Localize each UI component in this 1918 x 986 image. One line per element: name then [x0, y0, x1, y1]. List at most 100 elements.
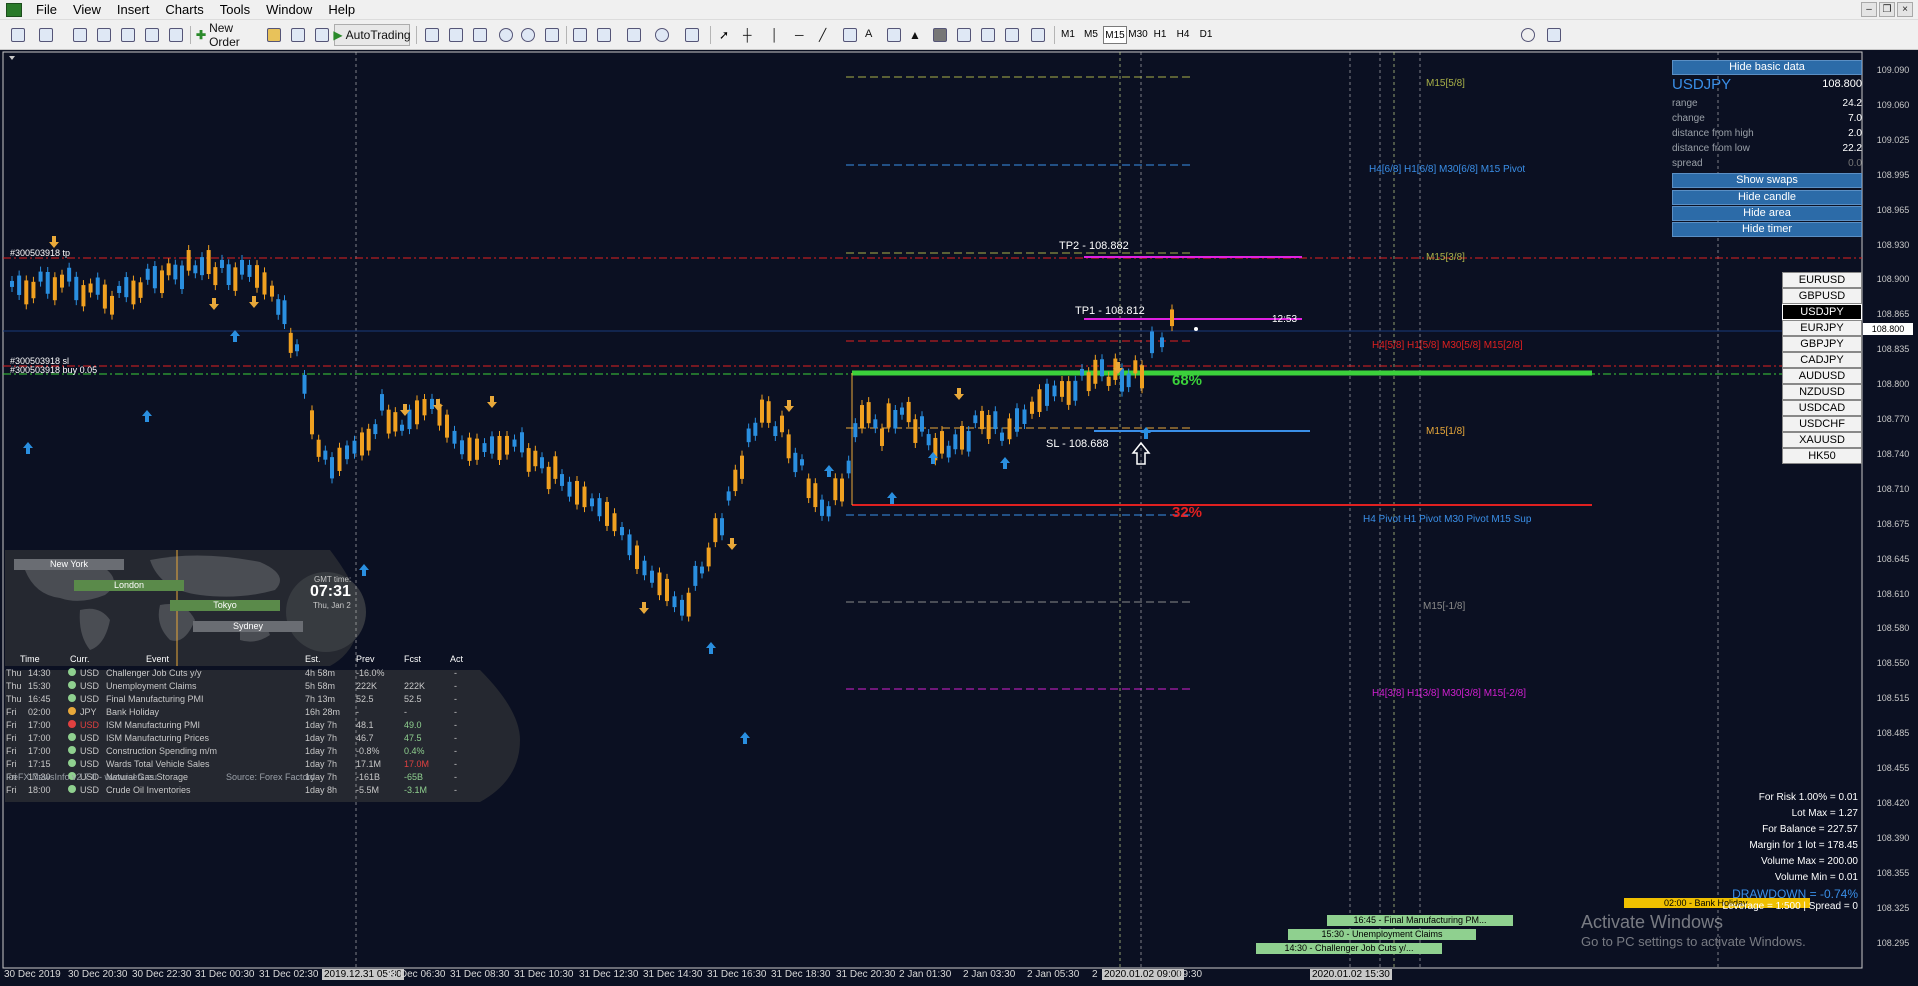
time-axis-label: 09:30 — [1177, 969, 1203, 980]
vertical-line-icon[interactable]: │ — [768, 24, 788, 46]
menu-view[interactable]: View — [65, 2, 109, 17]
symbol-cadjpy[interactable]: CADJPY — [1782, 352, 1862, 368]
symbol-eurusd[interactable]: EURUSD — [1782, 272, 1862, 288]
tp-order-label: #300503918 tp — [10, 248, 71, 258]
menu-window[interactable]: Window — [258, 2, 320, 17]
menu-insert[interactable]: Insert — [109, 2, 158, 17]
hide-area-button[interactable]: Hide area — [1672, 206, 1862, 221]
terminal-icon[interactable] — [142, 24, 162, 46]
cursor-icon[interactable]: ➚ — [716, 24, 736, 46]
candlestick-icon[interactable] — [446, 24, 466, 46]
symbol-eurjpy[interactable]: EURJPY — [1782, 320, 1862, 336]
hide-basic-data-button[interactable]: Hide basic data — [1672, 60, 1862, 75]
text-icon[interactable]: A — [862, 24, 882, 46]
market-watch-icon[interactable] — [70, 24, 90, 46]
buy-signal-arrow-icon — [1141, 427, 1151, 439]
symbol-usdcad[interactable]: USDCAD — [1782, 400, 1862, 416]
bar-chart-icon[interactable] — [422, 24, 442, 46]
menu-file[interactable]: File — [28, 2, 65, 17]
fibonacci-icon[interactable] — [954, 24, 974, 46]
show-swaps-button[interactable]: Show swaps — [1672, 173, 1862, 188]
profiles-icon[interactable] — [36, 24, 56, 46]
timeframe-h4[interactable]: H4 — [1172, 26, 1194, 44]
text-label-icon[interactable] — [884, 24, 904, 46]
hide-timer-button[interactable]: Hide timer — [1672, 222, 1862, 237]
arrow-up-shape-icon[interactable]: ▲ — [906, 24, 926, 46]
candle-body — [733, 469, 738, 492]
candle-body — [213, 267, 218, 286]
channel-icon[interactable] — [840, 24, 860, 46]
impact-dot-icon — [68, 785, 76, 793]
buy-area-percent: 68% — [1172, 372, 1203, 389]
zoom-out-icon[interactable] — [518, 24, 538, 46]
zoom-in-icon[interactable] — [496, 24, 516, 46]
more-tools-icon[interactable] — [1028, 24, 1048, 46]
time-axis-label: 31 Dec 12:30 — [579, 969, 639, 980]
autotrading-label: AutoTrading — [345, 28, 411, 42]
hide-candle-button[interactable]: Hide candle — [1672, 190, 1862, 205]
objects-menu-icon[interactable] — [1002, 24, 1022, 46]
price-chart[interactable]: #300503918 tp #300503918 sl #300503918 b… — [0, 50, 1918, 986]
strategy-tester-icon[interactable] — [166, 24, 186, 46]
event-bar-pmi: 16:45 - Final Manufacturing PM... — [1327, 915, 1513, 926]
candle-body — [627, 534, 632, 556]
symbol-gbpjpy[interactable]: GBPJPY — [1782, 336, 1862, 352]
search-icon[interactable] — [1518, 24, 1538, 46]
crosshair-icon[interactable]: ┼ — [740, 24, 760, 46]
timeframe-m5[interactable]: M5 — [1080, 26, 1102, 44]
candle-body — [813, 483, 818, 508]
symbol-xauusd[interactable]: XAUUSD — [1782, 432, 1862, 448]
candle-body — [926, 434, 931, 446]
session-new-york: New York — [14, 559, 124, 570]
autoscroll-icon[interactable] — [594, 24, 614, 46]
signals-icon[interactable] — [312, 24, 332, 46]
chart-shift-icon[interactable] — [570, 24, 590, 46]
autotrading-button[interactable]: ▶ AutoTrading — [333, 24, 411, 46]
draw-shapes-icon[interactable] — [978, 24, 998, 46]
price-axis-label: 108.710 — [1876, 483, 1910, 494]
indicators-icon[interactable] — [624, 24, 644, 46]
price-axis-label: 108.325 — [1876, 902, 1910, 913]
symbol-nzdusd[interactable]: NZDUSD — [1782, 384, 1862, 400]
horizontal-line-icon[interactable]: ─ — [792, 24, 812, 46]
timeframe-m15[interactable]: M15 — [1103, 26, 1127, 44]
periods-icon[interactable] — [652, 24, 672, 46]
menu-tools[interactable]: Tools — [212, 2, 258, 17]
symbol-hk50[interactable]: HK50 — [1782, 448, 1862, 464]
symbol-usdjpy[interactable]: USDJPY — [1782, 304, 1862, 320]
metaeditor-icon[interactable] — [264, 24, 284, 46]
templates-icon[interactable] — [682, 24, 702, 46]
timeframe-h1[interactable]: H1 — [1149, 26, 1171, 44]
minimize-icon[interactable]: – — [1861, 2, 1877, 17]
candle-body — [1100, 359, 1104, 377]
data-window-icon[interactable] — [118, 24, 138, 46]
timeframe-m1[interactable]: M1 — [1057, 26, 1079, 44]
new-order-button[interactable]: ✚ New Order — [196, 21, 262, 49]
chat-icon[interactable] — [1544, 24, 1564, 46]
timeframe-d1[interactable]: D1 — [1195, 26, 1217, 44]
candle-body — [773, 426, 778, 437]
timeframe-m30[interactable]: M30 — [1126, 26, 1150, 44]
price-axis-label: 108.550 — [1876, 658, 1910, 669]
menu-help[interactable]: Help — [320, 2, 363, 17]
rectangle-icon[interactable] — [930, 24, 950, 46]
close-icon[interactable]: × — [1897, 2, 1913, 17]
restore-icon[interactable]: ❐ — [1879, 2, 1895, 17]
navigator-icon[interactable] — [94, 24, 114, 46]
menu-charts[interactable]: Charts — [157, 2, 211, 17]
candle-body — [316, 439, 321, 457]
tile-windows-icon[interactable] — [542, 24, 562, 46]
info-row-distance-low: distance from low 22.2 — [1672, 143, 1862, 154]
trendline-icon[interactable]: ╱ — [816, 24, 836, 46]
symbol-usdchf[interactable]: USDCHF — [1782, 416, 1862, 432]
h4-58-label: H4[5/8] H1[5/8] M30[5/8] M15[2/8] — [1372, 340, 1523, 351]
new-chart-icon[interactable] — [8, 24, 28, 46]
time-axis-label: 31 Dec 16:30 — [707, 969, 767, 980]
candle-body — [760, 399, 764, 423]
impact-dot-icon — [68, 759, 76, 767]
symbol-audusd[interactable]: AUDUSD — [1782, 368, 1862, 384]
line-chart-icon[interactable] — [470, 24, 490, 46]
accounts-icon[interactable] — [288, 24, 308, 46]
candle-body — [226, 264, 231, 286]
symbol-gbpusd[interactable]: GBPUSD — [1782, 288, 1862, 304]
